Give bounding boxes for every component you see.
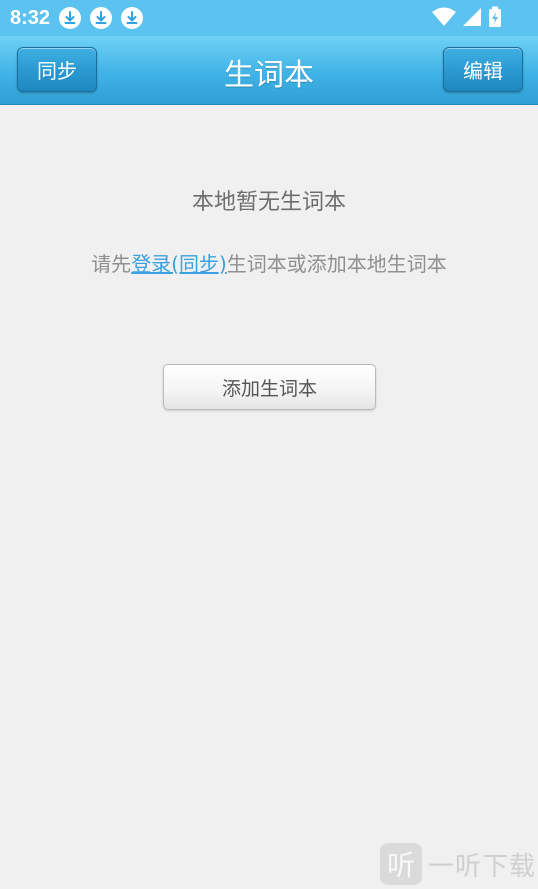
status-time: 8:32 — [10, 6, 51, 29]
empty-state-title: 本地暂无生词本 — [191, 190, 346, 215]
watermark-text: 一听下载 — [427, 851, 536, 882]
watermark: 听 一听下载 — [379, 842, 536, 886]
hint-prefix: 请先 — [91, 252, 132, 276]
signal-icon — [463, 8, 481, 26]
status-bar: 8:32 — [0, 0, 538, 36]
hint-suffix: 生词本或添加本地生词本 — [226, 252, 447, 276]
watermark-logo: 听 — [379, 843, 422, 885]
login-sync-link[interactable]: 登录(同步) — [131, 252, 227, 276]
download-icon — [90, 7, 113, 29]
battery-charging-icon — [489, 6, 501, 27]
system-icons — [432, 6, 502, 28]
edit-button[interactable]: 编辑 — [443, 47, 523, 92]
add-wordbook-button[interactable]: 添加生词本 — [163, 364, 376, 410]
empty-state-hint: 请先登录(同步)生词本或添加本地生词本 — [0, 248, 538, 277]
wifi-icon — [432, 7, 456, 26]
download-icon — [121, 7, 144, 29]
title-bar: 同步 生词本 编辑 — [0, 36, 538, 105]
download-icon — [59, 7, 82, 29]
